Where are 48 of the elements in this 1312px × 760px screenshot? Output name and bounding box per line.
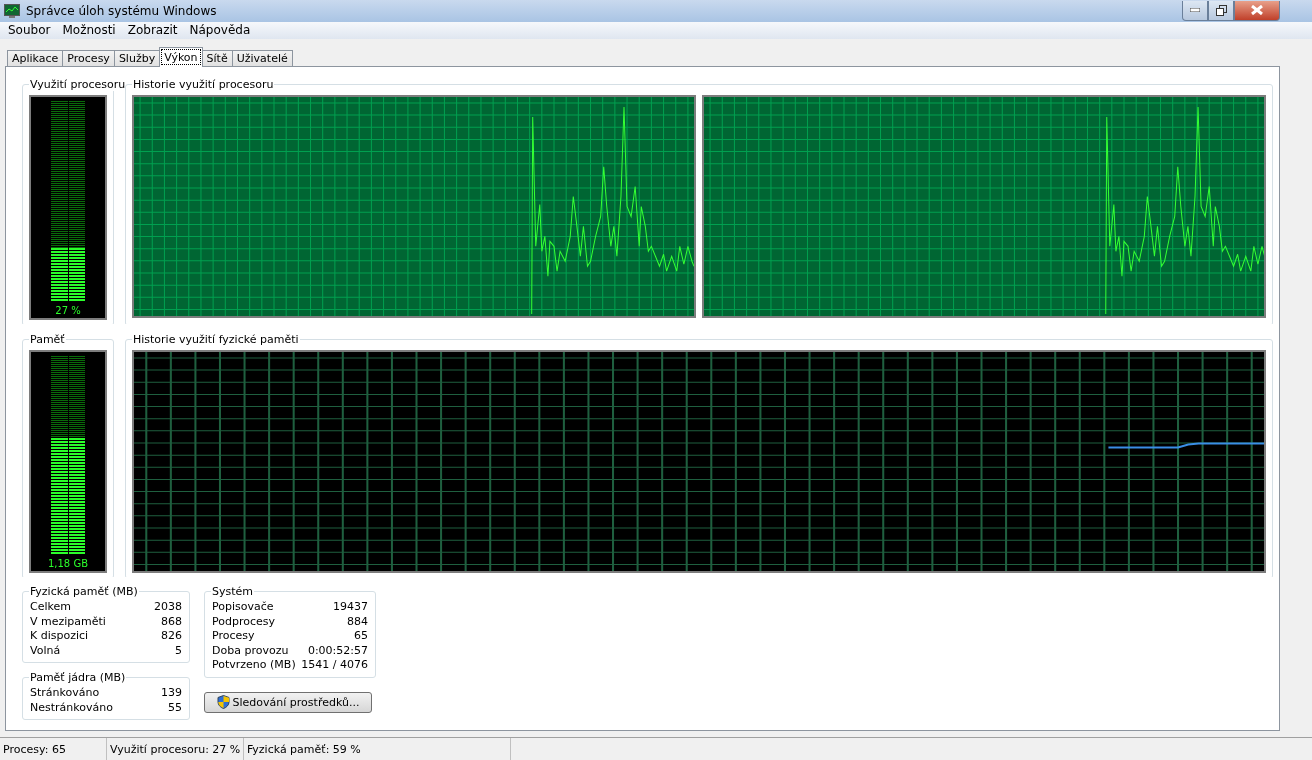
app-icon: [4, 3, 20, 18]
tab[interactable]: Výkon: [159, 47, 203, 68]
status-text: Využití procesoru: 27 %: [107, 738, 244, 760]
shield-icon: [216, 695, 230, 710]
resource-monitor-button[interactable]: Sledování prostředků...: [204, 691, 372, 713]
meter-reading: 1,18 GB: [47, 558, 89, 570]
stat-label: Stránkováno: [30, 686, 100, 701]
stat-value: 868: [161, 614, 182, 630]
stat-label: Nestránkováno: [30, 700, 113, 716]
menu-item[interactable]: Zobrazit: [121, 23, 184, 38]
stat-value: 19437: [333, 600, 368, 615]
stat-label: K dispozici: [30, 629, 89, 644]
group-title: Fyzická paměť (MB): [29, 585, 139, 599]
stat-label: Podprocesy: [212, 614, 275, 630]
stat-value: 65: [354, 629, 368, 644]
stat-value: 826: [161, 629, 182, 644]
menu-item[interactable]: Možnosti: [56, 23, 122, 38]
window-title: Správce úloh systému Windows: [26, 3, 218, 18]
restore-button[interactable]: [1208, 0, 1234, 21]
stat-value: 139: [161, 686, 182, 701]
status-text: Procesy: 65: [0, 738, 107, 760]
meter-reading: 27 %: [55, 305, 81, 317]
restore-icon: [1215, 4, 1227, 16]
stat-value: 2038: [154, 600, 182, 615]
close-button[interactable]: [1234, 0, 1280, 21]
stat-label: Popisovače: [212, 600, 274, 615]
group-title: Historie využití fyzické paměti: [132, 333, 300, 347]
stat-value: 5: [175, 643, 182, 659]
menu-item[interactable]: Soubor: [2, 23, 57, 38]
minimize-button[interactable]: [1182, 0, 1208, 21]
stat-value: 1541 / 4076: [301, 658, 368, 673]
stat-label: V mezipaměti: [30, 614, 106, 630]
menu-item[interactable]: Nápověda: [183, 23, 257, 38]
stat-value: 0:00:52:57: [307, 643, 368, 659]
group-title: Paměť jádra (MB): [29, 671, 127, 685]
stat-value: 884: [347, 614, 368, 630]
minimize-icon: [1190, 8, 1200, 13]
stat-label: Volná: [30, 643, 61, 659]
stat-label: Celkem: [30, 600, 71, 615]
stat-label: Potvrzeno (MB): [212, 658, 296, 673]
close-icon: [1251, 5, 1263, 16]
stat-label: Procesy: [212, 629, 255, 644]
stat-label: Doba provozu: [212, 643, 289, 659]
group-title: Využití procesoru: [29, 78, 127, 92]
group-title: Historie využití procesoru: [132, 78, 275, 92]
group-title: Systém: [211, 585, 255, 599]
status-text: Fyzická paměť: 59 %: [244, 738, 511, 760]
stat-value: 55: [168, 700, 182, 716]
